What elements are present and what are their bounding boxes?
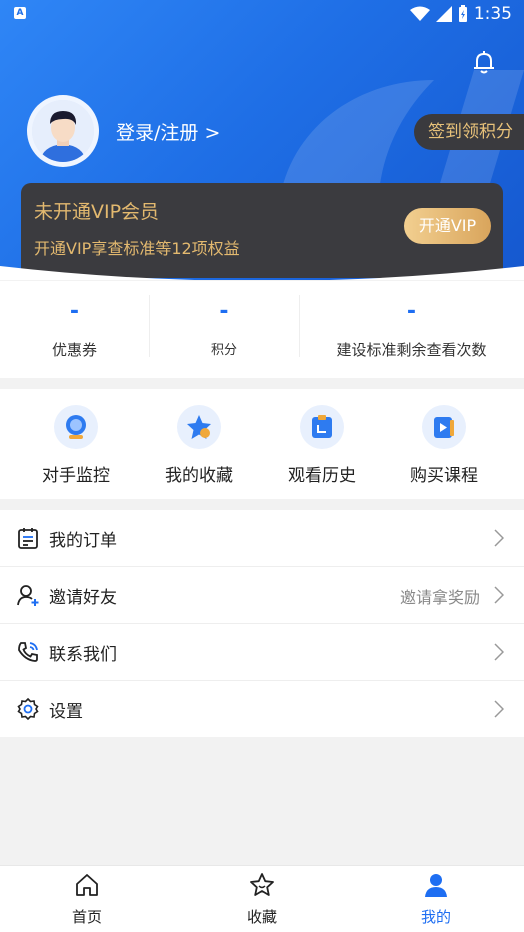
menu-item-label: 联系我们 bbox=[49, 645, 117, 665]
course-icon bbox=[422, 405, 466, 449]
notification-bell-icon[interactable] bbox=[470, 48, 498, 76]
stat-label: 优惠券 bbox=[51, 341, 97, 359]
chevron-right-icon bbox=[494, 586, 504, 604]
stat-value: - bbox=[219, 299, 229, 324]
tab-label: 首页 bbox=[71, 908, 102, 926]
header-curve bbox=[0, 266, 524, 280]
order-icon bbox=[18, 528, 38, 549]
shortcut-label: 观看历史 bbox=[288, 466, 356, 486]
settings-menu: 我的订单 邀请好友 邀请拿奖励 联系我们 设置 bbox=[0, 510, 524, 737]
stat-remaining-views[interactable]: - 建设标准剩余查看次数 bbox=[299, 281, 524, 378]
tab-home[interactable]: 首页 bbox=[47, 872, 127, 927]
shortcut-label: 对手监控 bbox=[42, 466, 110, 486]
stat-label: 建设标准剩余查看次数 bbox=[336, 341, 487, 359]
chevron-right-icon bbox=[494, 643, 504, 661]
tab-label: 我的 bbox=[420, 908, 451, 926]
clock: 1:35 bbox=[473, 4, 512, 24]
monitor-icon bbox=[54, 405, 98, 449]
login-register-link[interactable]: 登录/注册 > bbox=[116, 118, 220, 145]
menu-item-extra: 邀请拿奖励 bbox=[399, 588, 480, 607]
stat-value: - bbox=[69, 299, 80, 324]
menu-item-label: 邀请好友 bbox=[49, 588, 117, 608]
home-icon bbox=[76, 874, 98, 896]
battery-icon bbox=[458, 5, 467, 22]
avatar[interactable] bbox=[27, 95, 99, 167]
profile-header: A 1:35 登录/注册 > 签到领积分 未开通VIP会员 开通VIP享查标准等… bbox=[0, 0, 524, 280]
chevron-right-icon bbox=[494, 700, 504, 718]
chevron-right-icon bbox=[494, 529, 504, 547]
shortcut-buy-courses[interactable]: 购买课程 bbox=[384, 405, 504, 486]
signal-icon bbox=[435, 6, 452, 22]
vip-benefits-text: 开通VIP享查标准等12项权益 bbox=[34, 239, 240, 258]
shortcut-label: 我的收藏 bbox=[165, 466, 233, 486]
phone-icon bbox=[18, 642, 38, 662]
history-icon bbox=[300, 405, 344, 449]
app-notification-icon: A bbox=[14, 7, 26, 19]
vip-status-title: 未开通VIP会员 bbox=[34, 201, 160, 223]
shortcut-grid: 对手监控 我的收藏 观看历史 购买课程 bbox=[0, 389, 524, 499]
invite-icon bbox=[17, 585, 39, 606]
menu-item-label: 我的订单 bbox=[49, 531, 117, 551]
status-bar: A 1:35 bbox=[0, 0, 524, 30]
menu-item-contact-us[interactable]: 联系我们 bbox=[0, 624, 524, 681]
stat-coupons[interactable]: - 优惠券 bbox=[0, 281, 149, 378]
menu-item-my-orders[interactable]: 我的订单 bbox=[0, 510, 524, 567]
stat-points[interactable]: - 积分 bbox=[149, 281, 299, 378]
open-vip-button[interactable]: 开通VIP bbox=[404, 208, 491, 244]
settings-icon bbox=[17, 697, 39, 721]
star-icon bbox=[177, 405, 221, 449]
shortcut-competitor-monitor[interactable]: 对手监控 bbox=[16, 405, 136, 486]
wifi-icon bbox=[409, 6, 430, 21]
checkin-button[interactable]: 签到领积分 bbox=[414, 114, 524, 150]
tab-favorites[interactable]: 收藏 bbox=[222, 872, 302, 927]
stats-panel: - 优惠券 - 积分 - 建设标准剩余查看次数 bbox=[0, 281, 524, 378]
shortcut-label: 购买课程 bbox=[410, 466, 478, 486]
menu-item-label: 设置 bbox=[49, 702, 83, 722]
profile-icon bbox=[425, 874, 447, 897]
menu-item-settings[interactable]: 设置 bbox=[0, 681, 524, 737]
bottom-tab-bar: 首页 收藏 我的 bbox=[0, 865, 524, 932]
star-icon bbox=[250, 873, 274, 896]
stat-label: 积分 bbox=[210, 343, 237, 358]
shortcut-my-favorites[interactable]: 我的收藏 bbox=[139, 405, 259, 486]
tab-label: 收藏 bbox=[246, 908, 277, 926]
tab-mine[interactable]: 我的 bbox=[396, 872, 476, 927]
menu-item-invite-friends[interactable]: 邀请好友 邀请拿奖励 bbox=[0, 567, 524, 624]
default-avatar-icon bbox=[32, 100, 94, 162]
shortcut-watch-history[interactable]: 观看历史 bbox=[262, 405, 382, 486]
stat-value: - bbox=[406, 299, 417, 324]
